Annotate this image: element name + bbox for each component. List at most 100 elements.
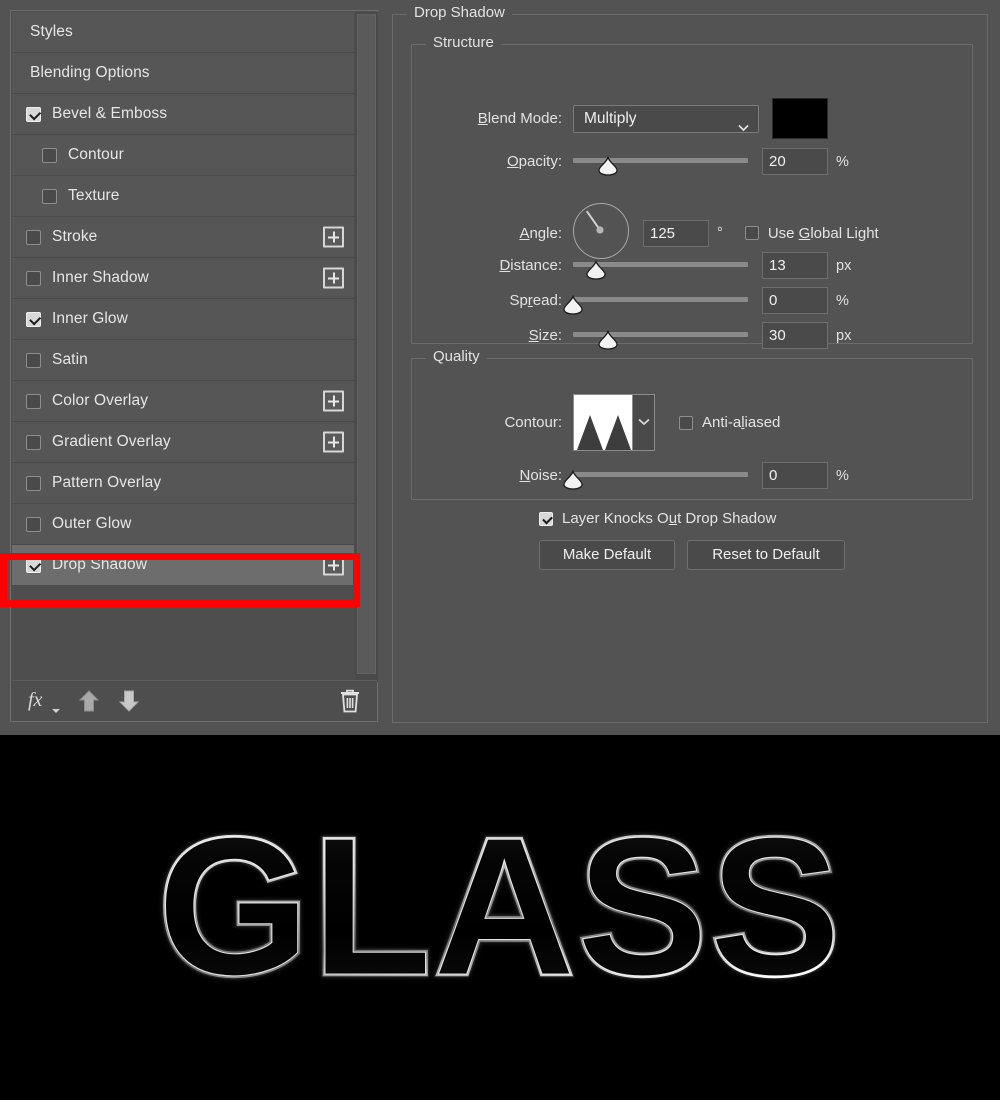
effect-row-bevel-emboss[interactable]: Bevel & Emboss (12, 94, 354, 135)
use-global-light-label: Use Global Light (767, 224, 879, 242)
effect-row-satin[interactable]: Satin (12, 340, 354, 381)
effects-list-scrollbar-thumb[interactable] (357, 14, 376, 674)
noise-row: Noise: 0 % (412, 462, 972, 490)
spread-input[interactable]: 0 (762, 287, 828, 314)
effects-list: Styles Blending Options Bevel & Emboss Cont… (12, 12, 354, 586)
contour-preset-picker[interactable] (573, 394, 655, 451)
effect-row-texture[interactable]: Texture (12, 176, 354, 217)
layer-knocks-out-checkbox[interactable] (539, 511, 553, 526)
effects-list-toolbar: fx (12, 680, 377, 720)
effect-checkbox-bevel-emboss[interactable] (26, 106, 41, 122)
effect-checkbox-drop-shadow[interactable] (26, 557, 41, 573)
angle-input[interactable]: 125 (643, 219, 709, 247)
arrow-up-icon[interactable] (76, 688, 102, 714)
effect-checkbox-satin[interactable] (26, 352, 41, 368)
layer-style-dialog: Styles Blending Options Bevel & Emboss Cont… (0, 0, 1000, 735)
noise-slider[interactable] (563, 465, 748, 490)
anti-aliased-row[interactable]: Anti-aliased (679, 414, 780, 431)
trash-icon[interactable] (339, 689, 361, 713)
effect-row-stroke[interactable]: Stroke (12, 217, 354, 258)
effect-checkbox-inner-glow[interactable] (26, 311, 41, 327)
distance-row: Distance: 13 px (412, 252, 972, 280)
opacity-row: Opacity: 20 % (412, 148, 972, 176)
opacity-input[interactable]: 20 (762, 148, 828, 175)
anti-aliased-checkbox[interactable] (679, 415, 693, 430)
spread-slider-thumb[interactable] (562, 294, 584, 315)
blend-mode-select[interactable]: Multiply (573, 104, 759, 133)
reset-to-default-button[interactable]: Reset to Default (687, 540, 845, 570)
glass-text-preview: GLASS GLASS GLASS GLASS (0, 735, 1000, 1100)
spread-slider[interactable] (563, 290, 748, 315)
distance-slider[interactable] (573, 255, 748, 280)
distance-input[interactable]: 13 (762, 252, 828, 279)
layer-knocks-out-label: Layer Knocks Out Drop Shadow (562, 510, 777, 527)
add-effect-instance-plus-icon[interactable] (323, 226, 344, 248)
effect-label: Blending Options (30, 64, 150, 81)
effect-checkbox-outer-glow[interactable] (26, 516, 41, 532)
add-effect-instance-plus-icon[interactable] (323, 554, 344, 576)
spread-row: Spread: 0 % (412, 287, 972, 315)
effect-checkbox-texture[interactable] (42, 188, 57, 204)
noise-slider-thumb[interactable] (562, 469, 584, 490)
spread-slider-track[interactable] (573, 296, 748, 302)
distance-unit: px (836, 257, 852, 274)
effect-checkbox-stroke[interactable] (26, 229, 41, 245)
noise-slider-track[interactable] (573, 471, 748, 477)
opacity-slider[interactable] (573, 151, 748, 176)
fx-add-effect-icon[interactable]: fx (28, 688, 62, 714)
effect-checkbox-gradient-overlay[interactable] (26, 434, 41, 450)
anti-aliased-label: Anti-aliased (702, 414, 781, 431)
add-effect-instance-plus-icon[interactable] (323, 267, 344, 289)
effect-row-blending-options[interactable]: Blending Options (12, 53, 354, 94)
effect-checkbox-color-overlay[interactable] (26, 393, 41, 409)
effect-row-pattern-overlay[interactable]: Pattern Overlay (12, 463, 354, 504)
use-global-light-checkbox[interactable] (744, 226, 759, 240)
effect-row-drop-shadow[interactable]: Drop Shadow (12, 545, 354, 586)
angle-label: Angle: (519, 224, 562, 242)
contour-dropdown-arrow[interactable] (632, 395, 654, 450)
effect-row-inner-shadow[interactable]: Inner Shadow (12, 258, 354, 299)
arrow-down-icon[interactable] (116, 688, 142, 714)
effect-row-inner-glow[interactable]: Inner Glow (12, 299, 354, 340)
size-input[interactable]: 30 (762, 322, 828, 349)
structure-group-title: Structure (426, 34, 501, 51)
effect-label: Stroke (52, 228, 98, 245)
use-global-light-row[interactable]: Use Global Light (744, 224, 879, 242)
effect-row-gradient-overlay[interactable]: Gradient Overlay (12, 422, 354, 463)
distance-slider-thumb[interactable] (585, 259, 607, 280)
effect-checkbox-inner-shadow[interactable] (26, 270, 41, 286)
effect-row-contour[interactable]: Contour (12, 135, 354, 176)
size-row: Size: 30 px (412, 322, 972, 350)
contour-row: Contour: Anti-aliased (412, 394, 972, 451)
make-default-button[interactable]: Make Default (539, 540, 675, 570)
blend-mode-label: Blend Mode: (477, 110, 562, 127)
effect-checkbox-pattern-overlay[interactable] (26, 475, 41, 491)
effect-label: Satin (52, 351, 88, 368)
contour-thumbnail (574, 395, 632, 450)
fx-label: fx (28, 688, 43, 711)
add-effect-instance-plus-icon[interactable] (323, 431, 344, 453)
blend-mode-value: Multiply (584, 109, 637, 127)
add-effect-instance-plus-icon[interactable] (323, 390, 344, 412)
shadow-color-swatch[interactable] (772, 98, 828, 139)
effect-label: Bevel & Emboss (52, 105, 168, 122)
noise-input[interactable]: 0 (762, 462, 828, 489)
effect-label: Texture (68, 187, 120, 204)
size-slider[interactable] (573, 325, 748, 350)
blend-mode-row: Blend Mode: Multiply (412, 98, 972, 139)
size-slider-thumb[interactable] (597, 329, 619, 350)
layer-knocks-out-row[interactable]: Layer Knocks Out Drop Shadow (539, 510, 776, 527)
opacity-slider-thumb[interactable] (597, 155, 619, 176)
effect-label: Color Overlay (52, 392, 149, 409)
effect-label: Inner Shadow (52, 269, 149, 286)
angle-dial[interactable] (573, 203, 629, 259)
quality-group: Quality Contour: Anti-aliased Noise: 0 % (411, 348, 973, 500)
quality-group-title: Quality (426, 348, 487, 365)
effect-label: Pattern Overlay (52, 474, 162, 491)
effect-checkbox-contour[interactable] (42, 147, 57, 163)
effect-row-styles[interactable]: Styles (12, 12, 354, 53)
effect-row-color-overlay[interactable]: Color Overlay (12, 381, 354, 422)
effect-row-outer-glow[interactable]: Outer Glow (12, 504, 354, 545)
drop-shadow-settings-group: Drop Shadow Structure Blend Mode: Multip… (392, 4, 988, 723)
preview-canvas: GLASS GLASS GLASS GLASS (0, 735, 1000, 1100)
